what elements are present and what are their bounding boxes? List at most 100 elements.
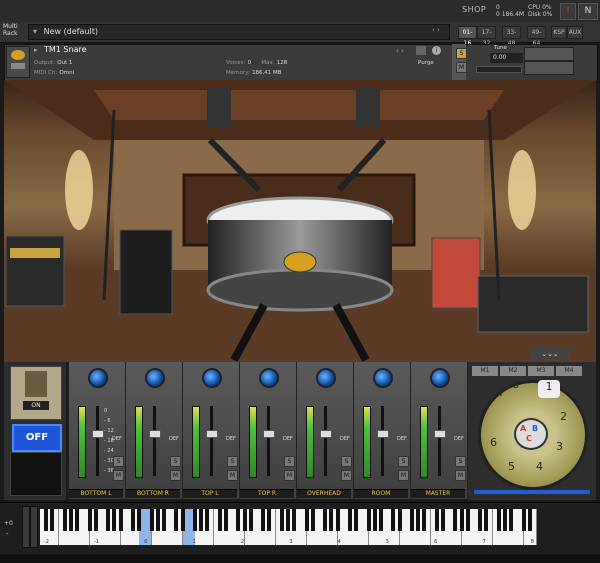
prev-next-arrows-icon[interactable]: ‹ › [432, 26, 440, 34]
strip-solo-button[interactable]: S [113, 456, 124, 467]
black-key[interactable] [503, 509, 507, 531]
strip-mute-button[interactable]: M [398, 470, 409, 481]
black-key[interactable] [248, 509, 253, 531]
black-key[interactable] [174, 509, 179, 531]
tab-aux[interactable]: AUX [567, 26, 583, 39]
black-key[interactable] [75, 509, 80, 531]
black-key[interactable] [509, 509, 514, 531]
volume-fader-handle[interactable] [149, 430, 161, 438]
black-key[interactable] [242, 509, 247, 531]
black-key[interactable] [453, 509, 458, 531]
black-key[interactable] [354, 509, 359, 531]
octave-plus-label[interactable]: +0 [4, 520, 13, 527]
black-key[interactable] [155, 509, 160, 531]
black-key[interactable] [310, 509, 315, 531]
segment-6[interactable]: 6 [490, 436, 497, 449]
black-key[interactable] [391, 509, 396, 531]
black-key[interactable] [44, 509, 49, 531]
strip-solo-button[interactable]: S [398, 456, 409, 467]
strip-mute-button[interactable]: M [284, 470, 295, 481]
black-key[interactable] [180, 509, 185, 531]
def-button[interactable]: DEF [169, 436, 179, 442]
black-key[interactable] [434, 509, 439, 531]
black-key[interactable] [304, 509, 309, 531]
black-key[interactable] [50, 509, 55, 531]
selector-slider[interactable] [474, 490, 590, 494]
black-key[interactable] [366, 509, 371, 531]
volume-fader-handle[interactable] [206, 430, 218, 438]
black-key[interactable] [87, 509, 92, 531]
black-key[interactable] [131, 509, 135, 531]
expand-chevron-icon[interactable]: ⌄⌄⌄ [530, 348, 570, 360]
segment-3[interactable]: 3 [556, 440, 563, 453]
camera-icon[interactable] [416, 46, 426, 55]
tab-33-48[interactable]: 33-48 [502, 26, 521, 47]
volume-fader-handle[interactable] [92, 430, 104, 438]
strip-mute-button[interactable]: M [455, 470, 466, 481]
segment-1[interactable]: 1 [538, 380, 560, 398]
purge-menu[interactable]: Purge [418, 60, 434, 66]
tab-49-64[interactable]: 49-64 [527, 26, 546, 47]
black-key[interactable] [286, 509, 290, 531]
black-key[interactable] [329, 509, 334, 531]
def-button[interactable]: DEF [226, 436, 236, 442]
strip-solo-button[interactable]: S [227, 456, 238, 467]
pan-knob[interactable] [316, 368, 336, 388]
strip-solo-button[interactable]: S [341, 456, 352, 467]
tab-17-32[interactable]: 17-32 [477, 26, 496, 47]
preset-m3-button[interactable]: M3 [528, 366, 554, 376]
black-key[interactable] [348, 509, 352, 531]
black-key[interactable] [410, 509, 414, 531]
black-key[interactable] [224, 509, 228, 531]
black-key[interactable] [372, 509, 377, 531]
off-toggle-button[interactable]: OFF [12, 424, 62, 452]
black-key[interactable] [106, 509, 111, 531]
black-key[interactable] [267, 509, 272, 531]
ni-logo-icon[interactable]: N [578, 3, 598, 20]
def-button[interactable]: DEF [112, 436, 122, 442]
collapse-arrow-icon[interactable]: ▸ [34, 46, 38, 54]
black-key[interactable] [323, 509, 328, 531]
black-key[interactable] [459, 509, 464, 531]
pan-knob[interactable] [373, 368, 393, 388]
instrument-name[interactable]: TM1 Snare [44, 45, 87, 54]
preset-m4-button[interactable]: M4 [556, 366, 582, 376]
tab-ksp[interactable]: KSP [551, 26, 567, 39]
black-key[interactable] [112, 509, 117, 531]
black-key[interactable] [422, 509, 427, 531]
black-key[interactable] [261, 509, 266, 531]
solo-button[interactable]: S [456, 48, 467, 59]
strip-solo-button[interactable]: S [284, 456, 295, 467]
octave-minus-label[interactable]: - [6, 530, 9, 538]
black-key[interactable] [416, 509, 421, 531]
black-key[interactable] [137, 509, 142, 531]
pan-knob[interactable] [145, 368, 165, 388]
def-button[interactable]: DEF [340, 436, 350, 442]
black-key[interactable] [279, 509, 284, 531]
black-key[interactable] [441, 509, 445, 531]
pan-knob[interactable] [430, 368, 450, 388]
rack-preset-field[interactable]: ▾ New (default) [28, 24, 450, 40]
mod-wheel[interactable] [30, 506, 38, 548]
volume-fader-handle[interactable] [434, 430, 446, 438]
black-key[interactable] [527, 509, 532, 531]
shop-button[interactable]: SHOP [462, 5, 486, 14]
pan-knob[interactable] [259, 368, 279, 388]
def-button[interactable]: DEF [454, 436, 464, 442]
preset-m1-button[interactable]: M1 [472, 366, 498, 376]
strip-mute-button[interactable]: M [341, 470, 352, 481]
def-button[interactable]: DEF [397, 436, 407, 442]
black-key[interactable] [292, 509, 297, 531]
midi-channel-value[interactable]: Omni [59, 70, 74, 76]
strip-solo-button[interactable]: S [455, 456, 466, 467]
tune-value[interactable]: 0.00 [490, 53, 523, 63]
black-key[interactable] [62, 509, 67, 531]
pan-knob[interactable] [88, 368, 108, 388]
black-key[interactable] [465, 509, 470, 531]
pan-slider[interactable] [476, 66, 522, 73]
preset-m2-button[interactable]: M2 [500, 366, 526, 376]
strip-mute-button[interactable]: M [113, 470, 124, 481]
info-icon[interactable]: i [432, 46, 441, 55]
abc-center-knob[interactable]: A B C [514, 418, 548, 450]
black-key[interactable] [149, 509, 154, 531]
